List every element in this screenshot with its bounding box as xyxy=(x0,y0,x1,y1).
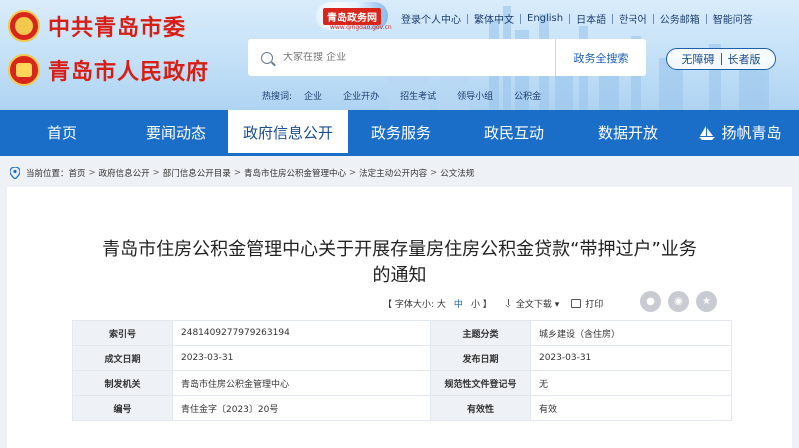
breadcrumb-item[interactable]: 部门信息公开目录 xyxy=(163,167,231,179)
article-title-line-2: 的通知 xyxy=(372,265,427,286)
meta-value: 青住金字〔2023〕20号 xyxy=(172,395,431,421)
top-link-login[interactable]: 登录个人中心 xyxy=(395,11,467,26)
top-link-japanese[interactable]: 日本語 xyxy=(570,11,612,26)
breadcrumb-item[interactable]: 青岛市住房公积金管理中心 xyxy=(244,167,346,179)
breadcrumb-separator: > xyxy=(430,168,438,178)
top-link-korean[interactable]: 한국어 xyxy=(613,11,653,26)
article-title-line-1: 青岛市住房公积金管理中心关于开展存量房住房公积金贷款“带押过户”业务 xyxy=(102,239,697,260)
font-size-small[interactable]: 小 】 xyxy=(471,297,492,310)
table-row: 编号 青住金字〔2023〕20号 有效性 有效 xyxy=(72,395,733,421)
site-header: 中共青岛市委 青岛市人民政府 青岛政务网 www.qingdao.gov.cn … xyxy=(0,0,799,110)
article-title: 青岛市住房公积金管理中心关于开展存量房住房公积金贷款“带押过户”业务 的通知 xyxy=(47,237,752,289)
meta-key: 编号 xyxy=(72,395,173,421)
article-panel: 青岛市住房公积金管理中心关于开展存量房住房公积金贷款“带押过户”业务 的通知 【… xyxy=(7,187,792,448)
top-link-mail[interactable]: 公务邮箱 xyxy=(654,11,706,26)
nav-services[interactable]: 政务服务 xyxy=(348,110,454,156)
party-logo-row[interactable]: 中共青岛市委 xyxy=(8,10,186,42)
breadcrumb-separator: > xyxy=(348,168,357,178)
meta-value: 2023-03-31 xyxy=(529,345,733,371)
meta-key: 发布日期 xyxy=(429,345,531,371)
sailboat-icon xyxy=(699,126,716,140)
meta-key: 规范性文件登记号 xyxy=(429,370,531,396)
search-button[interactable]: 政务全搜索 xyxy=(556,39,646,76)
barrier-free-button[interactable]: 无障碍 xyxy=(682,51,715,67)
table-row: 制发机关 青岛市住房公积金管理中心 规范性文件登记号 无 xyxy=(72,370,733,396)
brand-badge: 青岛政务网 xyxy=(323,7,381,25)
search-icon xyxy=(261,51,273,64)
national-emblem-icon xyxy=(8,54,40,86)
top-link-qa[interactable]: 智能问答 xyxy=(707,11,759,26)
printer-icon xyxy=(571,299,582,308)
meta-value: 2023-03-31 xyxy=(172,345,431,371)
favorite-star-icon[interactable]: ★ xyxy=(696,291,717,312)
table-row: 成文日期 2023-03-31 发布日期 2023-03-31 xyxy=(72,345,733,371)
download-button[interactable]: 全文下载 ▾ xyxy=(504,297,559,310)
nav-yangfan[interactable]: 扬帆青岛 xyxy=(682,110,799,156)
accessibility-switch: 无障碍 长者版 xyxy=(666,48,776,70)
weibo-share-icon[interactable]: ◉ xyxy=(668,291,689,312)
download-icon xyxy=(504,299,513,308)
top-link-english[interactable]: English xyxy=(521,13,569,24)
nav-yangfan-label: 扬帆青岛 xyxy=(721,124,782,142)
meta-key: 索引号 xyxy=(72,320,173,346)
breadcrumb-item[interactable]: 政府信息公开 xyxy=(99,167,150,179)
breadcrumb-item[interactable]: 法定主动公开内容 xyxy=(359,167,427,179)
wechat-share-icon[interactable]: ● xyxy=(640,291,661,312)
breadcrumb-separator: > xyxy=(88,168,96,178)
gov-logo-row[interactable]: 青岛市人民政府 xyxy=(8,54,209,86)
hotword[interactable]: 企业 xyxy=(304,89,322,102)
hotword[interactable]: 领导小组 xyxy=(457,89,493,102)
nav-news[interactable]: 要闻动态 xyxy=(124,110,228,156)
meta-key: 制发机关 xyxy=(72,370,173,396)
gov-title: 青岛市人民政府 xyxy=(48,60,210,85)
search-input[interactable] xyxy=(283,52,543,63)
breadcrumb-label: 当前位置： xyxy=(26,169,69,179)
meta-key: 成文日期 xyxy=(72,345,173,371)
font-size-medium[interactable]: 中 xyxy=(454,297,463,310)
breadcrumb-item[interactable]: 公文法规 xyxy=(440,167,474,179)
party-emblem-icon xyxy=(8,10,40,42)
download-label: 全文下载 xyxy=(515,300,552,310)
meta-key: 主题分类 xyxy=(429,320,531,346)
document-meta-table: 索引号 2481409277979263194 主题分类 城乡建设（含住房） 成… xyxy=(72,320,733,421)
print-label: 打印 xyxy=(585,300,604,310)
hotword[interactable]: 企业开办 xyxy=(343,89,379,102)
brand-url: www.qingdao.gov.cn xyxy=(330,24,392,31)
hotword[interactable]: 招生考试 xyxy=(400,89,436,102)
nav-gov-info[interactable]: 政府信息公开 xyxy=(228,110,348,156)
article-tools: 【 字体大小: 大 中 小 】 全文下载 ▾ 打印 xyxy=(383,297,603,310)
hotwords-label: 热搜词: xyxy=(262,92,293,102)
nav-open-data[interactable]: 数据开放 xyxy=(574,110,682,156)
top-links: 登录个人中心 繁体中文 English 日本語 한국어 公务邮箱 智能问答 xyxy=(395,11,759,26)
search-box: 政务全搜索 xyxy=(248,39,646,76)
party-title: 中共青岛市委 xyxy=(48,16,187,41)
breadcrumb-separator: > xyxy=(152,168,160,178)
elder-mode-button[interactable]: 长者版 xyxy=(728,51,761,67)
meta-value: 城乡建设（含住房） xyxy=(529,320,733,346)
print-button[interactable]: 打印 xyxy=(571,297,603,310)
divider xyxy=(720,53,722,65)
nav-home[interactable]: 首页 xyxy=(0,110,124,156)
hotword[interactable]: 公积金 xyxy=(514,89,541,102)
meta-value: 青岛市住房公积金管理中心 xyxy=(172,370,431,396)
meta-key: 有效性 xyxy=(429,395,531,421)
nav-interaction[interactable]: 政民互动 xyxy=(454,110,574,156)
meta-value: 无 xyxy=(529,370,733,396)
breadcrumb-item[interactable]: 首页 xyxy=(69,167,86,179)
table-row: 索引号 2481409277979263194 主题分类 城乡建设（含住房） xyxy=(72,320,733,346)
font-size-large[interactable]: 大 xyxy=(437,297,446,310)
font-size-label: 【 字体大小: xyxy=(383,300,434,310)
location-pin-icon xyxy=(10,167,20,179)
top-link-traditional[interactable]: 繁体中文 xyxy=(468,11,520,26)
hot-search-words: 热搜词: 企业 企业开办 招生考试 领导小组 公积金 xyxy=(262,89,562,102)
breadcrumb-separator: > xyxy=(233,168,241,178)
breadcrumb: 当前位置： 首页 > 政府信息公开 > 部门信息公开目录 > 青岛市住房公积金管理中心… xyxy=(0,160,799,186)
meta-value: 有效 xyxy=(529,395,733,421)
meta-value: 2481409277979263194 xyxy=(172,320,431,346)
main-nav: 首页 要闻动态 政府信息公开 政务服务 政民互动 数据开放 扬帆青岛 xyxy=(0,110,799,156)
